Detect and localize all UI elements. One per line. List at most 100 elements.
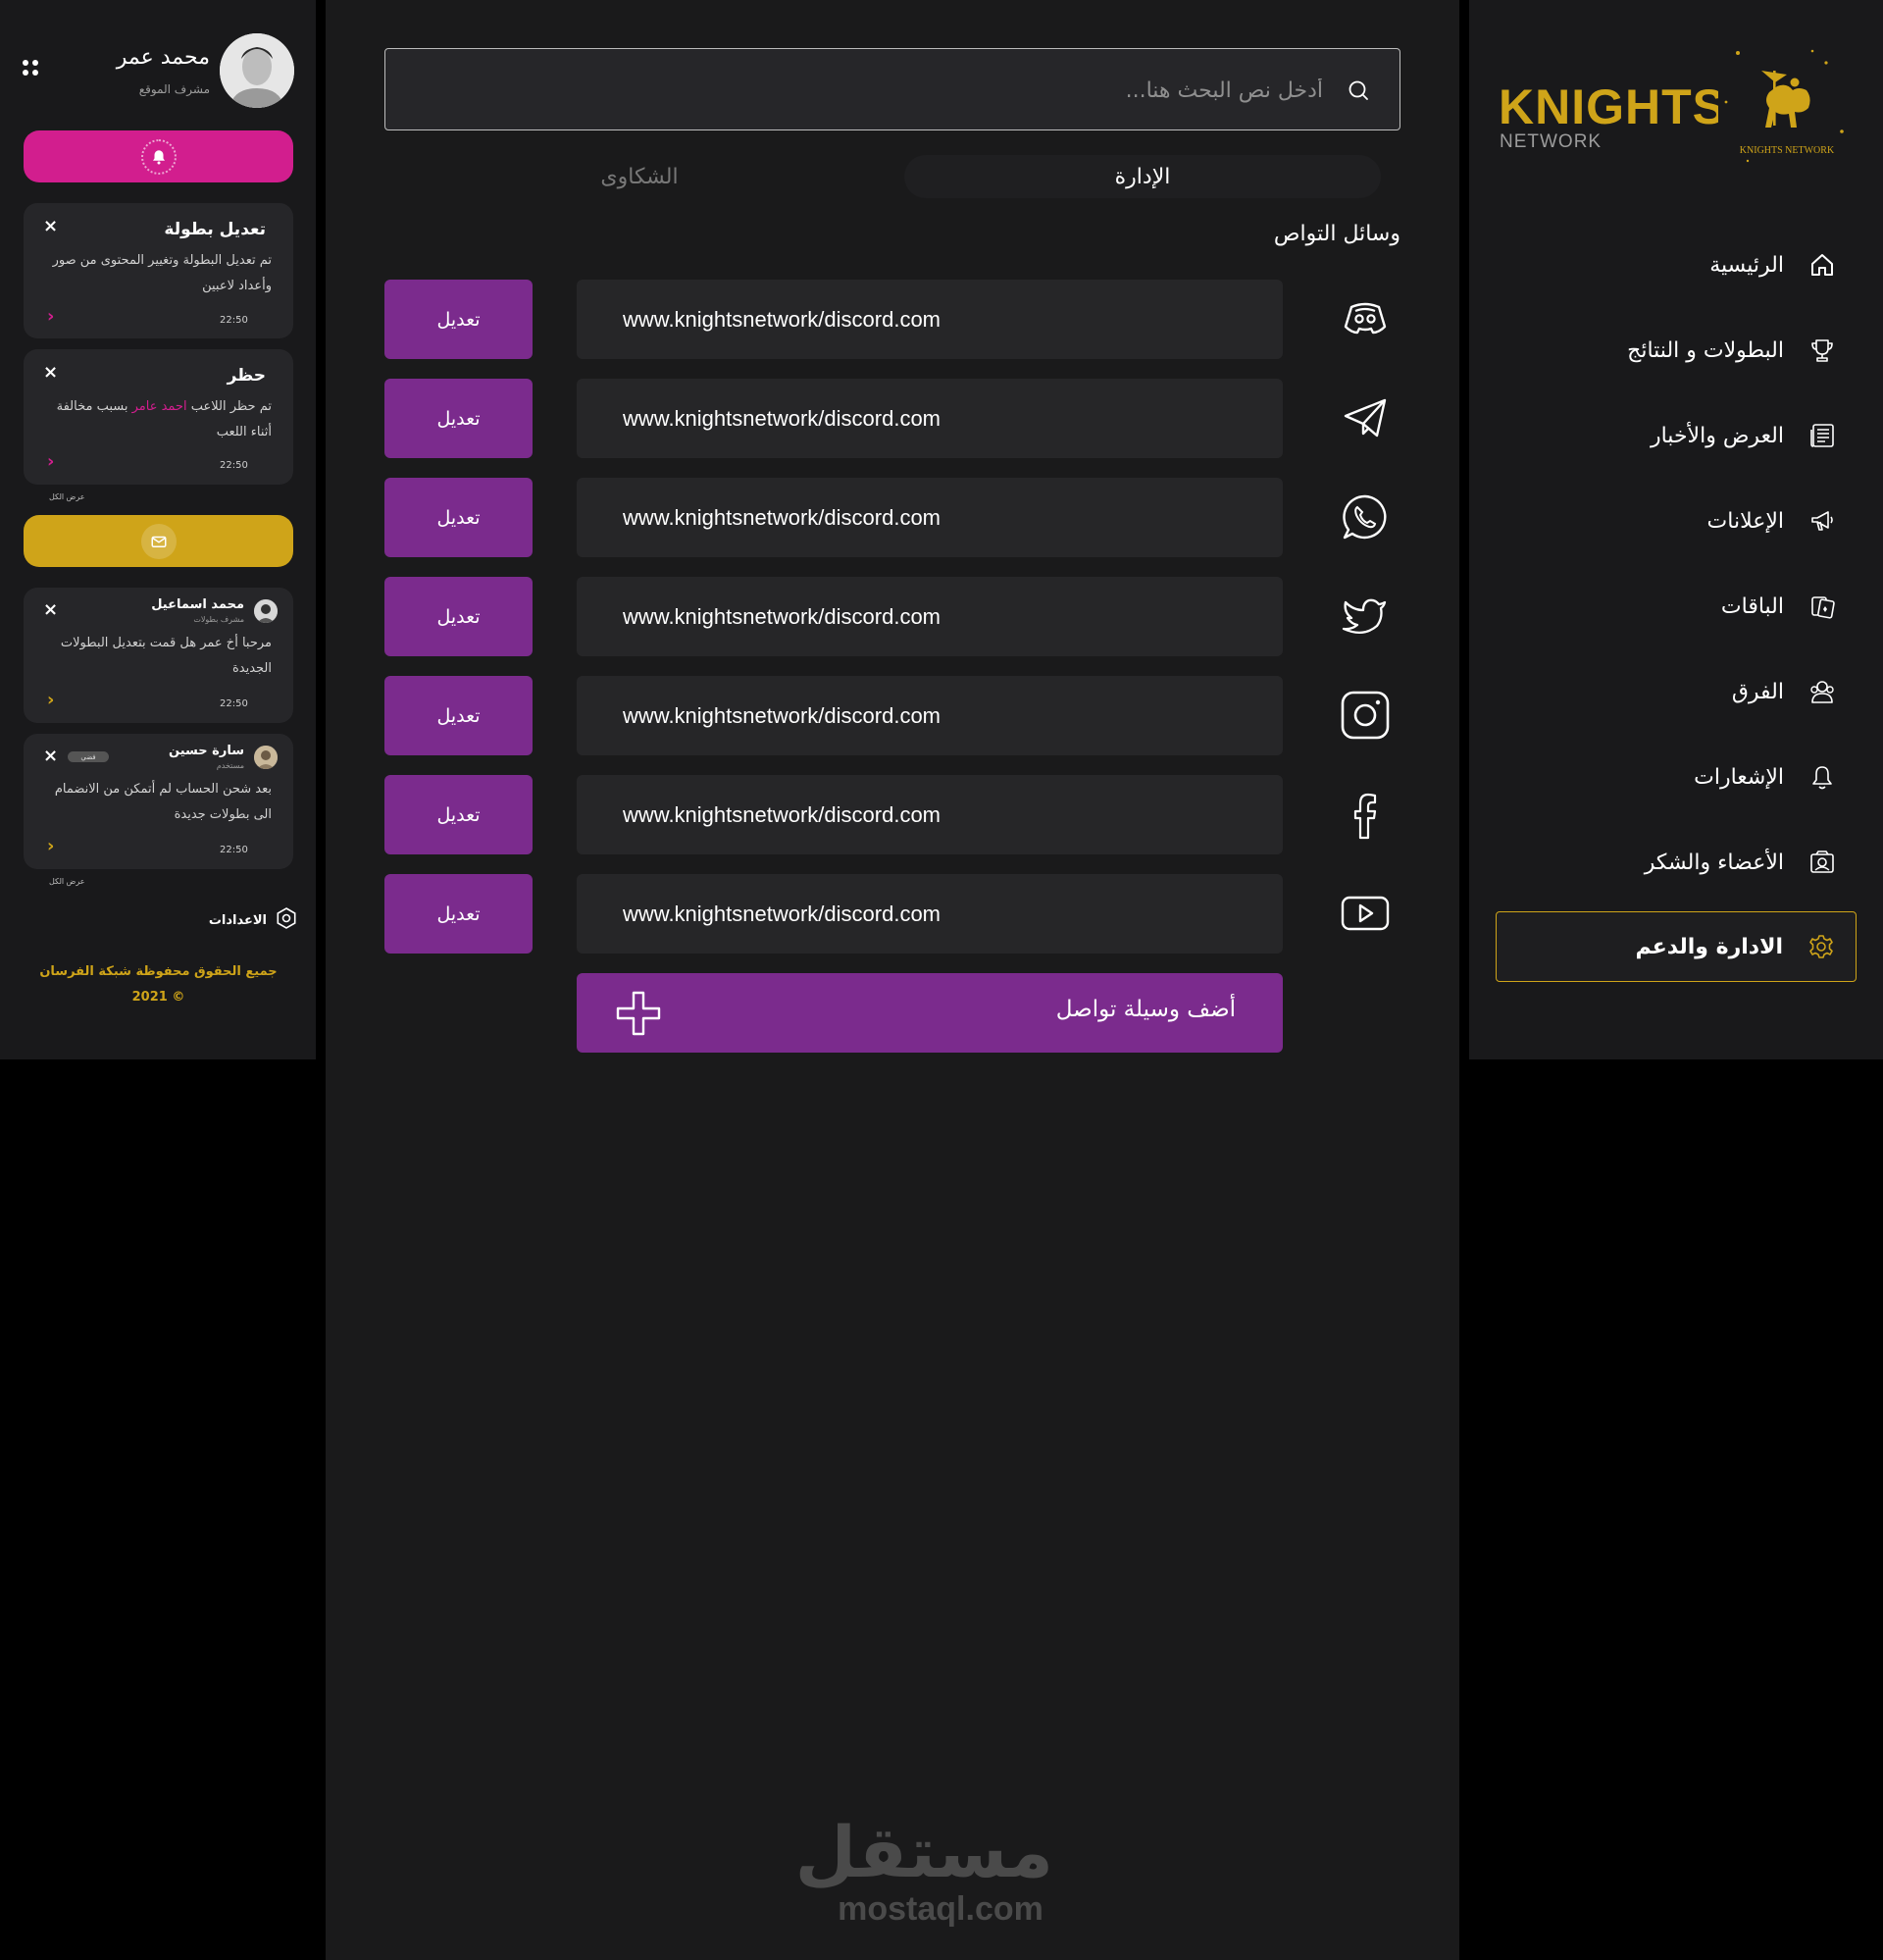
nav-label: الادارة والدعم — [1635, 934, 1783, 959]
edit-button[interactable]: تعديل — [384, 874, 533, 954]
silver-badge: فضي — [68, 751, 109, 762]
twitter-icon — [1338, 589, 1393, 644]
home-icon — [1807, 250, 1837, 280]
nav-label: الرئيسية — [1709, 252, 1784, 278]
message-sender: سارة حسين — [169, 744, 244, 758]
edit-button[interactable]: تعديل — [384, 577, 533, 656]
notification-card[interactable]: حظر × تم حظر اللاعب احمد عامر بسبب مخالف… — [24, 349, 293, 485]
avatar — [254, 746, 278, 769]
message-card[interactable]: محمد اسماعيل مشرف بطولات × مرحبا أخ عمر … — [24, 588, 293, 723]
tab-admin[interactable]: الإدارة — [904, 155, 1381, 198]
watermark-english: mostaql.com — [838, 1890, 1043, 1928]
settings-link[interactable]: الاعدادات — [200, 906, 298, 934]
view-all-link[interactable]: عرض الكل — [49, 492, 85, 501]
notification-time: 22:50 — [220, 460, 248, 471]
menu-dots-icon[interactable] — [22, 59, 41, 78]
nav-item-news[interactable]: العرض والأخبار — [1496, 400, 1857, 471]
add-button-label: أضف وسيلة تواصل — [1055, 997, 1236, 1022]
settings-label: الاعدادات — [208, 912, 267, 928]
chevron-left-icon[interactable]: ‹ — [47, 306, 54, 327]
bell-icon — [1807, 762, 1837, 792]
notifications-button[interactable] — [24, 130, 293, 182]
social-link-field[interactable]: www.knightsnetwork/discord.com — [577, 676, 1283, 755]
left-sidebar: محمد عمر مشرف الموقع تعديل بطولة × تم تع… — [0, 0, 316, 1059]
message-body: بعد شحن الحساب لم أتمكن من الانضمام الى … — [54, 782, 272, 822]
avatar[interactable] — [220, 33, 294, 108]
avatar — [254, 599, 278, 623]
user-name: محمد عمر — [116, 45, 210, 70]
nav-label: الباقات — [1720, 593, 1784, 619]
copyright: جميع الحقوق محفوظة شبكة الفرسان © 2021 — [39, 964, 278, 1005]
nav-item-packages[interactable]: الباقات — [1496, 571, 1857, 642]
telegram-icon — [1338, 390, 1393, 445]
notification-title: حظر — [227, 366, 266, 386]
message-time: 22:50 — [220, 845, 248, 855]
search-bar — [384, 48, 1400, 130]
news-icon — [1807, 421, 1837, 450]
message-time: 22:50 — [220, 698, 248, 709]
notification-body: تم تعديل البطولة وتغيير المحتوى من صور و… — [52, 253, 272, 293]
team-icon — [1807, 677, 1837, 706]
nav-label: البطولات و النتائج — [1627, 337, 1784, 363]
nav-label: الأعضاء والشكر — [1644, 850, 1784, 875]
messages-button[interactable] — [24, 515, 293, 567]
settings-icon — [275, 906, 298, 934]
facebook-icon — [1338, 787, 1393, 842]
nav-item-teams[interactable]: الفرق — [1496, 656, 1857, 727]
social-link-field[interactable]: www.knightsnetwork/discord.com — [577, 874, 1283, 954]
logo-subtitle: NETWORK — [1500, 131, 1603, 152]
user-header: محمد عمر مشرف الموقع — [0, 0, 316, 118]
nav-label: العرض والأخبار — [1650, 423, 1784, 448]
instagram-icon — [1338, 688, 1393, 743]
logo-title[interactable]: KNIGHTS — [1499, 78, 1726, 135]
discord-icon — [1338, 291, 1393, 346]
plus-icon — [616, 991, 661, 1036]
message-sender-role: مستخدم — [216, 761, 244, 770]
chevron-left-icon[interactable]: ‹ — [47, 451, 54, 472]
close-icon[interactable]: × — [43, 362, 58, 383]
message-sender: محمد اسماعيل — [151, 597, 244, 612]
chevron-left-icon[interactable]: ‹ — [47, 836, 54, 856]
close-icon[interactable]: × — [43, 746, 58, 766]
edit-button[interactable]: تعديل — [384, 775, 533, 854]
edit-button[interactable]: تعديل — [384, 676, 533, 755]
knight-emblem-logo: KNIGHTS NETWORK — [1718, 43, 1856, 173]
megaphone-icon — [1807, 506, 1837, 536]
close-icon[interactable]: × — [43, 599, 58, 620]
nav-item-ads[interactable]: الإعلانات — [1496, 486, 1857, 556]
emblem-text: KNIGHTS NETWORK — [1740, 145, 1835, 156]
nav-label: الفرق — [1731, 679, 1784, 704]
whatsapp-icon — [1338, 490, 1393, 544]
social-link-field[interactable]: www.knightsnetwork/discord.com — [577, 775, 1283, 854]
message-sender-role: مشرف بطولات — [193, 615, 244, 624]
members-icon — [1807, 848, 1837, 877]
nav-label: الإشعارات — [1694, 764, 1784, 790]
edit-button[interactable]: تعديل — [384, 280, 533, 359]
edit-button[interactable]: تعديل — [384, 379, 533, 458]
notification-card[interactable]: تعديل بطولة × تم تعديل البطولة وتغيير ال… — [24, 203, 293, 338]
social-link-field[interactable]: www.knightsnetwork/discord.com — [577, 478, 1283, 557]
close-icon[interactable]: × — [43, 216, 58, 236]
search-input[interactable] — [538, 71, 1323, 110]
message-card[interactable]: سارة حسين مستخدم فضي × بعد شحن الحساب لم… — [24, 734, 293, 869]
social-link-field[interactable]: www.knightsnetwork/discord.com — [577, 379, 1283, 458]
nav-item-members[interactable]: الأعضاء والشكر — [1496, 827, 1857, 898]
nav-item-home[interactable]: الرئيسية — [1496, 230, 1857, 300]
search-icon[interactable] — [1347, 78, 1370, 102]
social-link-field[interactable]: www.knightsnetwork/discord.com — [577, 280, 1283, 359]
edit-button[interactable]: تعديل — [384, 478, 533, 557]
tab-complaints[interactable]: الشكاوى — [443, 155, 836, 198]
user-role: مشرف الموقع — [138, 82, 210, 96]
nav-item-tournaments[interactable]: البطولات و النتائج — [1496, 315, 1857, 386]
add-social-link-button[interactable]: أضف وسيلة تواصل — [577, 973, 1283, 1053]
mail-icon — [140, 523, 177, 559]
youtube-icon — [1338, 886, 1393, 941]
chevron-left-icon[interactable]: ‹ — [47, 690, 54, 710]
nav-item-admin-support[interactable]: الادارة والدعم — [1496, 911, 1857, 982]
nav-label: الإعلانات — [1706, 508, 1784, 534]
nav-item-notifications[interactable]: الإشعارات — [1496, 742, 1857, 812]
notification-title: تعديل بطولة — [164, 220, 266, 239]
notification-body: تم حظر اللاعب احمد عامر بسبب مخالفة أثنا… — [56, 399, 272, 439]
view-all-link[interactable]: عرض الكل — [49, 877, 85, 886]
social-link-field[interactable]: www.knightsnetwork/discord.com — [577, 577, 1283, 656]
